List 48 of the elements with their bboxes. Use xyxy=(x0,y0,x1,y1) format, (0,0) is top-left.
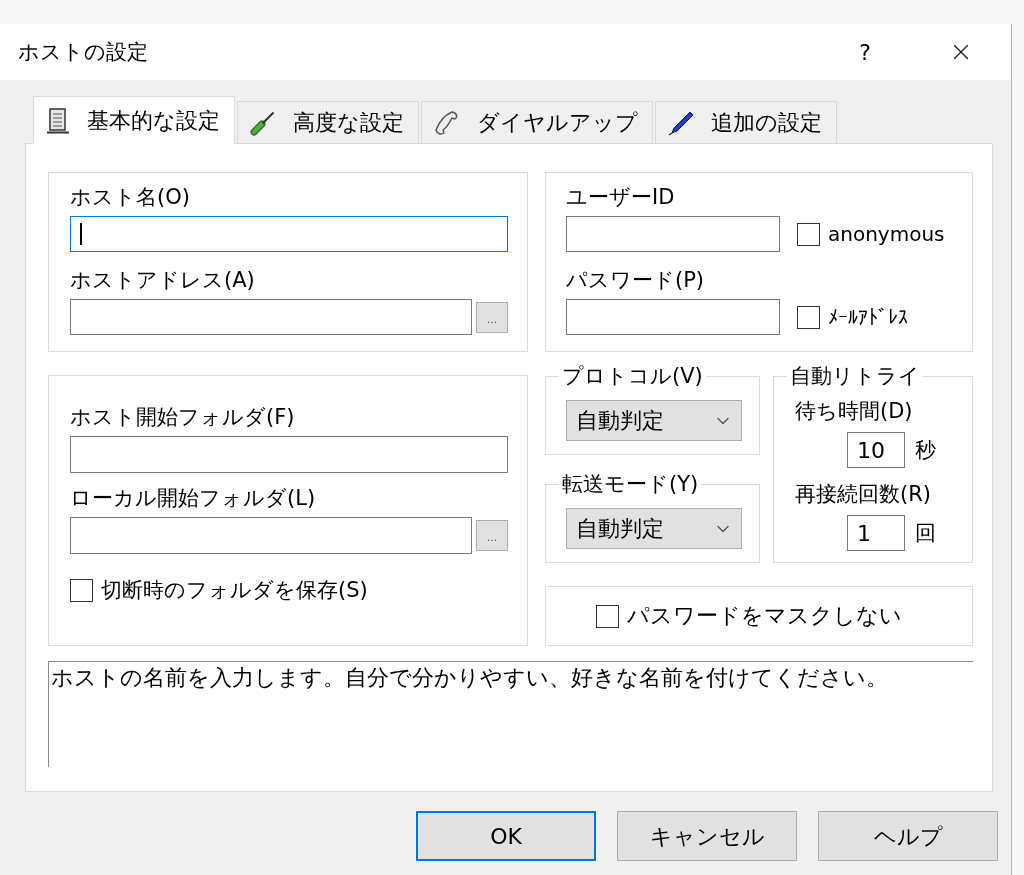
phone-handset-icon xyxy=(434,109,460,136)
text-field[interactable]: 1 xyxy=(847,515,905,551)
text-field[interactable] xyxy=(70,299,472,335)
checkbox[interactable] xyxy=(596,604,619,628)
group-title: プロトコル(V) xyxy=(561,363,704,390)
dropdown[interactable]: 自動判定 xyxy=(566,508,742,549)
field-label: ユーザーID xyxy=(566,184,675,211)
browse-button[interactable]: ... xyxy=(476,520,508,551)
text-field[interactable] xyxy=(70,517,472,554)
text-field[interactable] xyxy=(70,216,508,252)
dialog-button[interactable]: キャンセル xyxy=(617,811,797,861)
group-title: 自動リトライ xyxy=(789,363,921,390)
unit-label: 秒 xyxy=(915,437,936,464)
checkbox[interactable] xyxy=(797,305,820,329)
checkbox-label[interactable]: ﾒｰﾙｱﾄﾞﾚｽ xyxy=(828,303,908,331)
pen-icon xyxy=(668,109,694,136)
text-field[interactable]: 10 xyxy=(847,432,905,468)
screwdriver-icon xyxy=(250,109,276,136)
checkbox-label[interactable]: 切断時のフォルダを保存(S) xyxy=(101,576,368,604)
field-label: ホスト開始フォルダ(F) xyxy=(70,404,295,431)
checkbox[interactable] xyxy=(797,222,820,246)
field-label: ホストアドレス(A) xyxy=(70,267,255,294)
window-title: ホストの設定 xyxy=(18,39,149,66)
field-label: パスワード(P) xyxy=(566,267,705,294)
tab[interactable]: 高度な設定 xyxy=(237,101,419,143)
dialog-button[interactable]: ヘルプ xyxy=(818,811,998,861)
tab[interactable]: 追加の設定 xyxy=(655,101,837,143)
field-label: ホスト名(O) xyxy=(70,184,190,211)
checkbox-label[interactable]: anonymous xyxy=(828,220,945,248)
browse-button[interactable]: ... xyxy=(476,301,508,333)
text-field[interactable] xyxy=(566,299,780,335)
field-label: 待ち時間(D) xyxy=(795,398,913,425)
dialog-button[interactable]: OK xyxy=(416,811,596,861)
text-field[interactable] xyxy=(566,216,780,252)
tab[interactable]: 基本的な設定 xyxy=(33,96,235,144)
checkbox[interactable] xyxy=(70,578,93,602)
unit-label: 回 xyxy=(915,520,936,547)
checkbox-label[interactable]: パスワードをマスクしない xyxy=(627,602,902,630)
help-button[interactable]: ? xyxy=(842,32,888,72)
tab[interactable]: ダイヤルアップ xyxy=(421,101,653,143)
text-cursor-icon xyxy=(80,223,82,245)
field-label: ローカル開始フォルダ(L) xyxy=(70,485,316,512)
field-label: 再接続回数(R) xyxy=(795,481,931,508)
group-title: 転送モード(Y) xyxy=(561,471,700,498)
description-text-area: ホストの名前を入力します。自分で分かりやすい、好きな名前を付けてください。 xyxy=(48,661,973,767)
dropdown[interactable]: 自動判定 xyxy=(566,400,742,441)
document-icon xyxy=(46,107,70,134)
text-field[interactable] xyxy=(70,436,508,473)
